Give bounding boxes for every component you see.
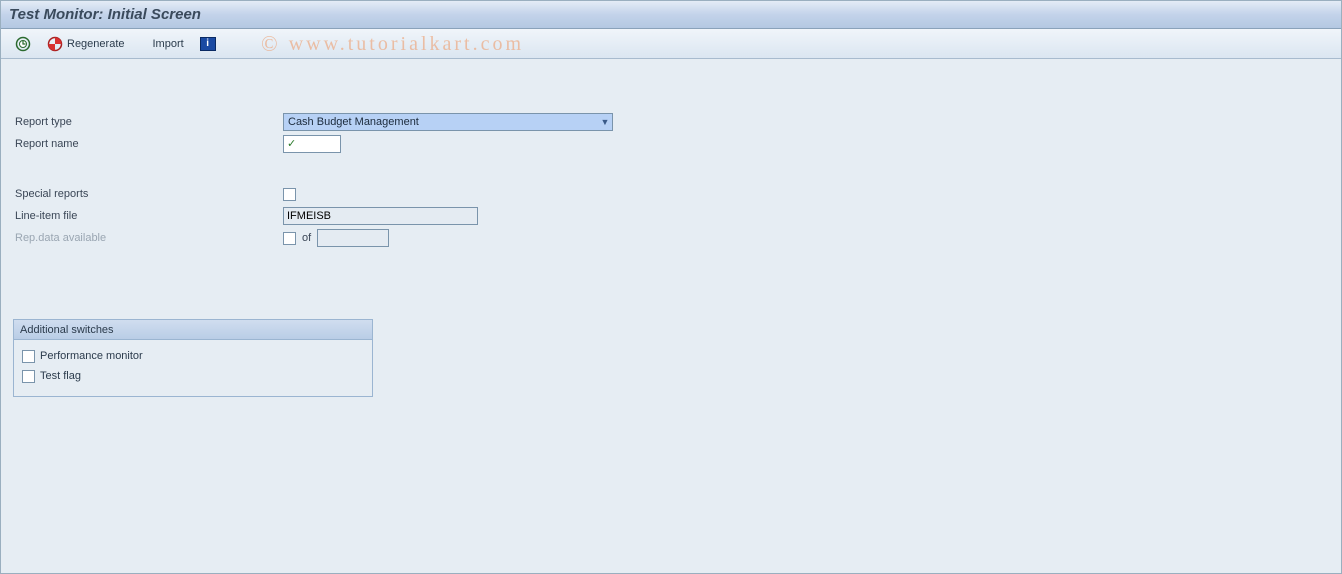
line-item-file-label: Line-item file: [13, 210, 283, 222]
performance-monitor-row: Performance monitor: [22, 346, 364, 366]
rep-data-row: Rep.data available of: [13, 227, 1329, 249]
execute-icon: [15, 36, 31, 52]
additional-switches-group: Additional switches Performance monitor …: [13, 319, 373, 397]
rep-data-of-input: [317, 229, 389, 247]
additional-switches-header: Additional switches: [14, 320, 372, 340]
special-reports-label: Special reports: [13, 188, 283, 200]
additional-switches-body: Performance monitor Test flag: [14, 340, 372, 396]
chevron-down-icon: ▼: [599, 115, 611, 129]
content-area: Report type Cash Budget Management ▼ Rep…: [1, 59, 1341, 409]
performance-monitor-label: Performance monitor: [40, 350, 143, 362]
regenerate-label: Regenerate: [67, 38, 125, 50]
info-icon: i: [200, 37, 216, 51]
execute-button[interactable]: [9, 33, 37, 55]
test-flag-checkbox[interactable]: [22, 370, 35, 383]
import-label: Import: [153, 38, 184, 50]
report-type-row: Report type Cash Budget Management ▼: [13, 111, 1329, 133]
special-reports-row: Special reports: [13, 183, 1329, 205]
report-name-input[interactable]: ✓: [283, 135, 341, 153]
test-flag-row: Test flag: [22, 366, 364, 386]
import-button[interactable]: Import: [147, 33, 190, 55]
regenerate-button[interactable]: Regenerate: [41, 33, 131, 55]
special-reports-checkbox[interactable]: [283, 188, 296, 201]
report-type-label: Report type: [13, 116, 283, 128]
test-flag-label: Test flag: [40, 370, 81, 382]
report-type-value: Cash Budget Management: [283, 113, 613, 131]
report-name-row: Report name ✓: [13, 133, 1329, 155]
line-item-file-row: Line-item file: [13, 205, 1329, 227]
toolbar: Regenerate Import i: [1, 29, 1341, 59]
report-type-select[interactable]: Cash Budget Management ▼: [283, 113, 613, 131]
info-button[interactable]: i: [194, 33, 222, 55]
rep-data-label: Rep.data available: [13, 232, 283, 244]
title-bar: Test Monitor: Initial Screen: [1, 1, 1341, 29]
performance-monitor-checkbox[interactable]: [22, 350, 35, 363]
rep-data-checkbox[interactable]: [283, 232, 296, 245]
line-item-file-input: [283, 207, 478, 225]
rep-data-of-label: of: [302, 232, 311, 244]
regenerate-icon: [47, 36, 63, 52]
report-name-label: Report name: [13, 138, 283, 150]
page-title: Test Monitor: Initial Screen: [9, 6, 201, 23]
check-icon: ✓: [287, 139, 296, 150]
